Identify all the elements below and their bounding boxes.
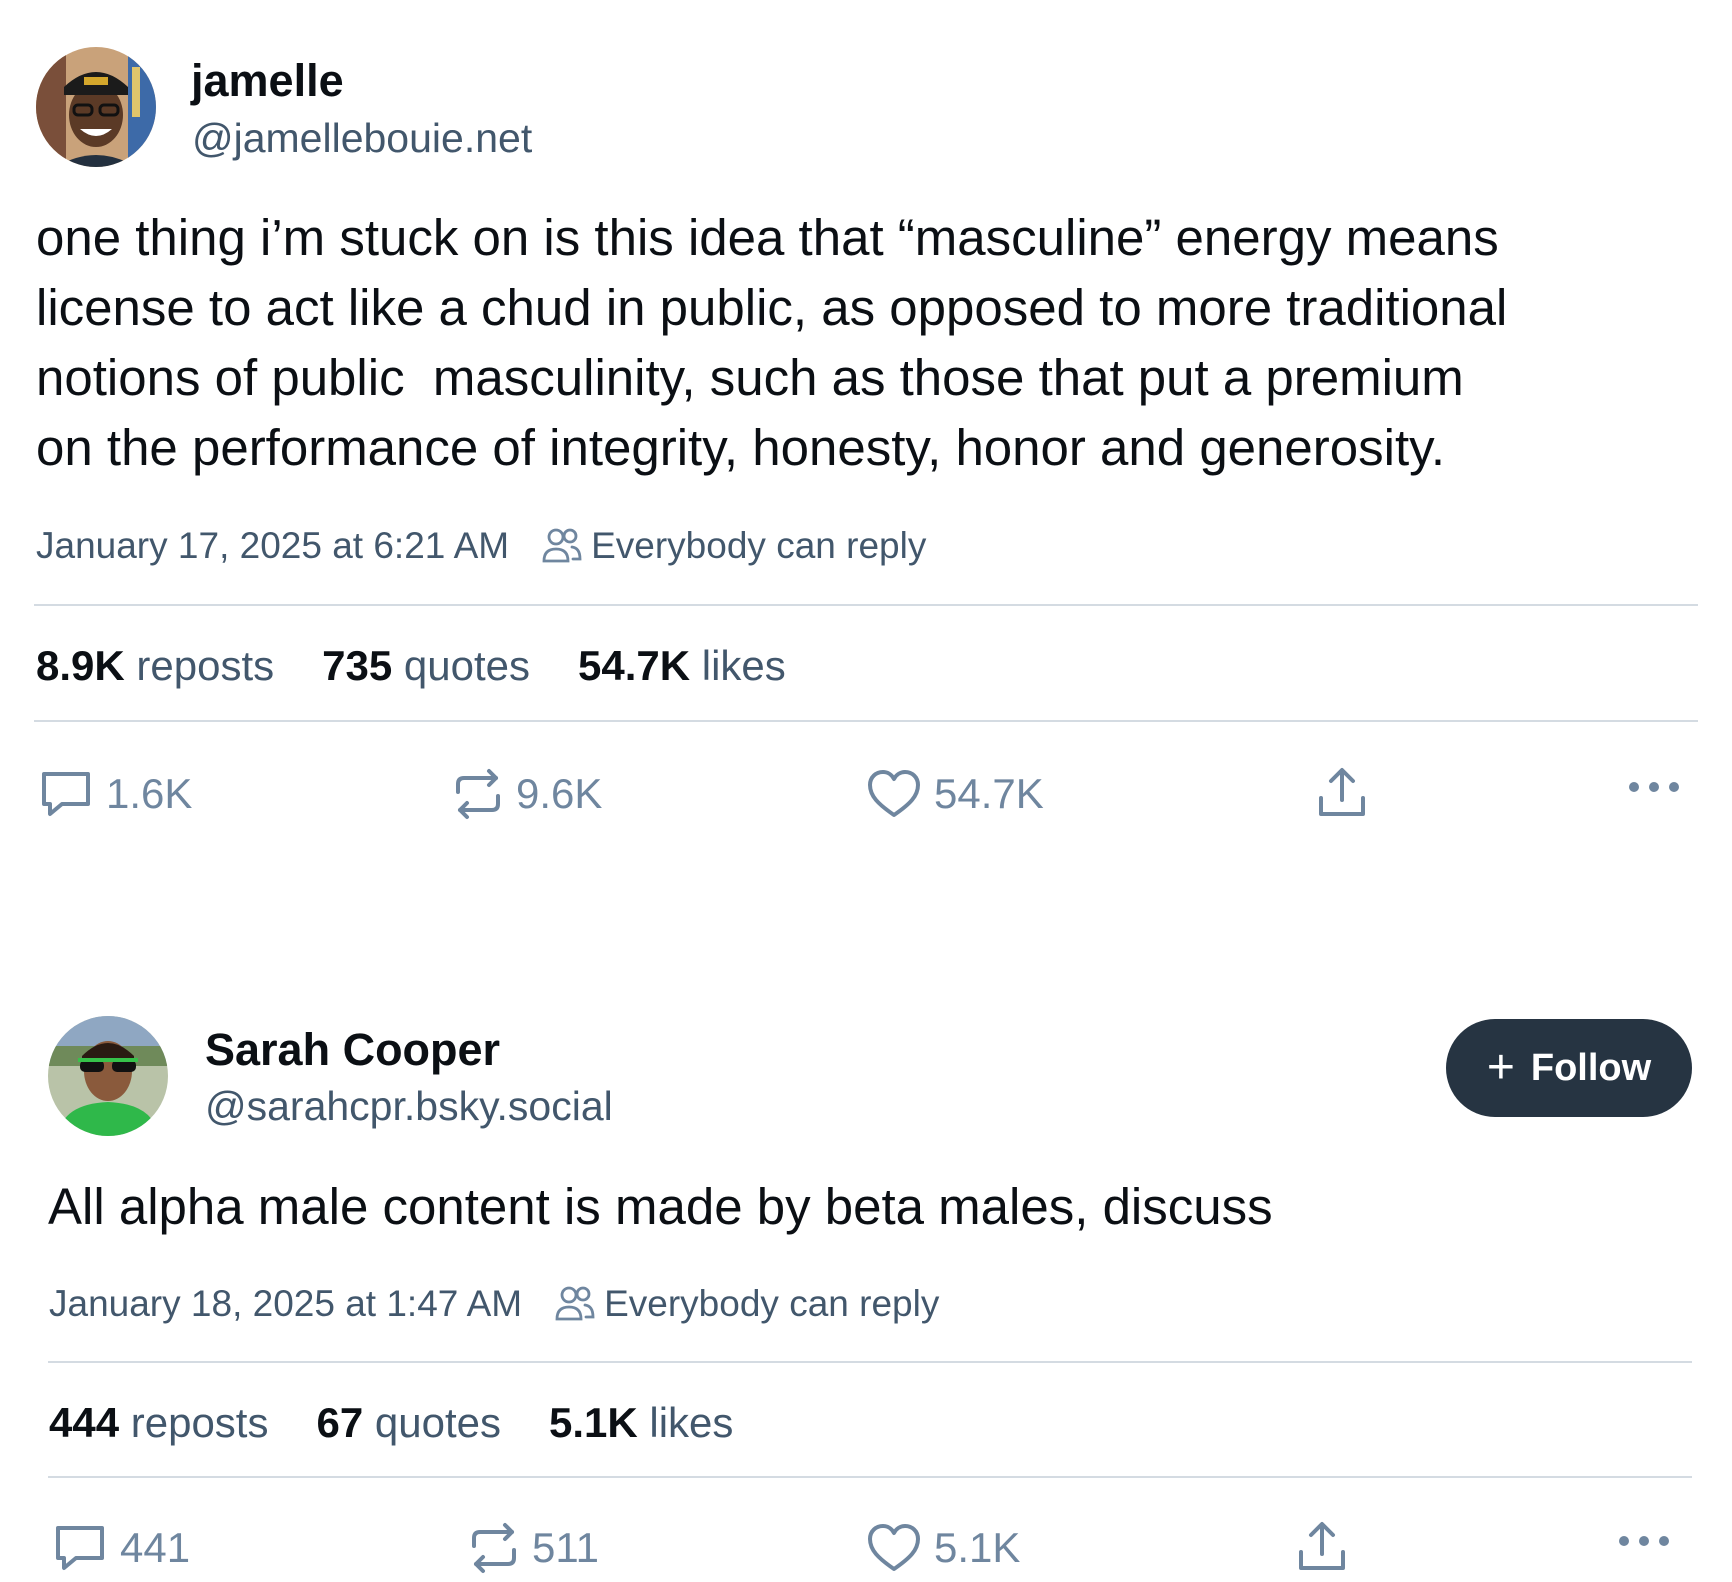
divider	[48, 1361, 1692, 1363]
likes-label: likes	[649, 1399, 734, 1446]
avatar-sarah-cooper[interactable]	[48, 1016, 168, 1136]
like-count: 5.1K	[934, 1524, 1021, 1571]
quotes-count: 67	[316, 1399, 364, 1446]
repost-arrows-icon	[472, 1523, 516, 1573]
repost-count: 511	[532, 1524, 599, 1571]
display-name[interactable]: Sarah Cooper	[205, 1027, 500, 1072]
heart-icon	[868, 1524, 920, 1571]
likes-stat[interactable]: 5.1K likes	[549, 1402, 733, 1444]
post-text: All alpha male content is made by beta m…	[48, 1178, 1273, 1235]
divider	[48, 1476, 1692, 1478]
share-upload-icon	[1299, 1522, 1345, 1570]
quotes-stat[interactable]: 67 quotes	[316, 1402, 501, 1444]
reply-count: 441	[120, 1524, 191, 1571]
avatar-sarah-cooper-image	[48, 1016, 168, 1136]
like-button[interactable]: 5.1K	[866, 1522, 1020, 1574]
reposts-label: reposts	[130, 1399, 269, 1446]
reposts-count: 444	[49, 1399, 120, 1446]
ellipsis-icon	[1619, 1536, 1669, 1546]
people-icon	[554, 1283, 596, 1323]
reply-button[interactable]: 441	[52, 1522, 190, 1574]
share-button[interactable]	[1296, 1520, 1348, 1574]
post-meta: January 18, 2025 at 1:47 AM Everybody ca…	[49, 1283, 939, 1323]
plus-icon: +	[1486, 1041, 1515, 1094]
reposts-stat[interactable]: 444 reposts	[49, 1402, 268, 1444]
likes-count: 5.1K	[548, 1399, 638, 1446]
repost-button[interactable]: 511	[468, 1522, 599, 1574]
post-stats: 444 reposts 67 quotes 5.1K likes	[49, 1402, 781, 1444]
post-timestamp[interactable]: January 18, 2025 at 1:47 AM	[49, 1285, 522, 1322]
reply-setting[interactable]: Everybody can reply	[604, 1285, 939, 1322]
quotes-label: quotes	[374, 1399, 501, 1446]
follow-button[interactable]: + Follow	[1446, 1019, 1692, 1117]
user-handle[interactable]: @sarahcpr.bsky.social	[205, 1086, 613, 1127]
speech-bubble-icon	[56, 1526, 104, 1570]
post-sarah-cooper: Sarah Cooper @sarahcpr.bsky.social + Fol…	[0, 0, 1732, 1582]
follow-label: Follow	[1530, 1046, 1652, 1089]
more-options-button[interactable]	[1618, 1534, 1670, 1548]
